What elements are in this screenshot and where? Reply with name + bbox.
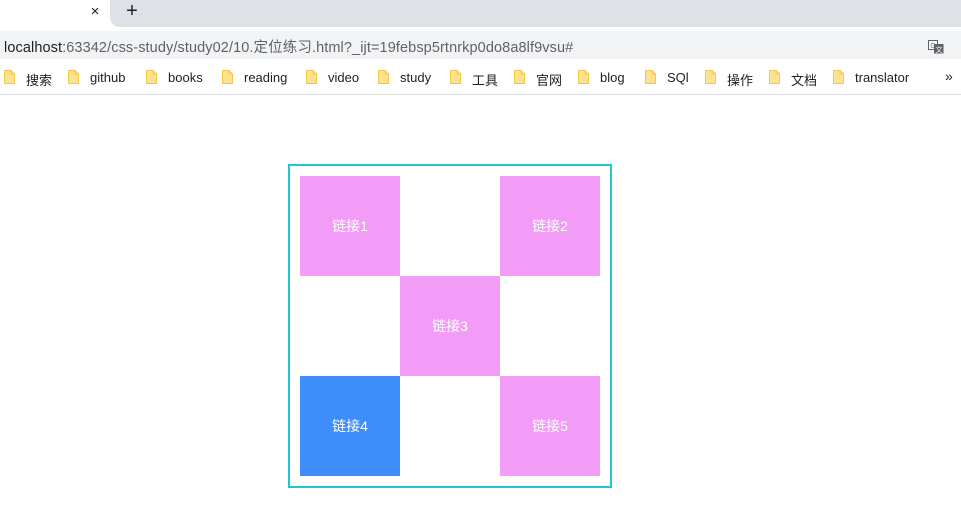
bookmark-label: github: [90, 70, 126, 85]
translate-icon[interactable]: G 文: [928, 40, 944, 54]
folder-icon: [378, 70, 389, 84]
omnibox[interactable]: localhost:63342/css-study/study02/10.定位练…: [0, 31, 961, 59]
bookmark-label: 工具: [472, 73, 499, 88]
bookmark-label: translator: [855, 70, 910, 85]
link-3[interactable]: 链接3: [400, 276, 500, 376]
folder-icon: [769, 70, 780, 84]
bookmark-label: 操作: [727, 73, 754, 88]
folder-icon: [306, 70, 317, 84]
folder-icon: [222, 70, 233, 84]
bookmark-label: books: [168, 70, 203, 85]
bookmarks-overflow-button[interactable]: »: [945, 68, 953, 84]
bookmark-label: 搜索: [26, 73, 53, 88]
url-host: localhost: [4, 40, 63, 56]
bookmark-label: 官网: [536, 73, 563, 88]
folder-icon: [705, 70, 716, 84]
bookmark-label: video: [328, 70, 360, 85]
link-1[interactable]: 链接1: [300, 176, 400, 276]
tab-strip: × +: [0, 0, 961, 27]
folder-icon: [514, 70, 525, 84]
bookmark-label: blog: [600, 70, 625, 85]
link-4[interactable]: 链接4: [300, 376, 400, 476]
svg-text:文: 文: [936, 45, 943, 54]
bookmark-label: study: [400, 70, 432, 85]
bookmark-label: SQl: [667, 70, 689, 85]
new-tab-button[interactable]: +: [122, 1, 142, 21]
bookmark-label: 文档: [791, 73, 818, 88]
folder-icon: [4, 70, 15, 84]
link-5[interactable]: 链接5: [500, 376, 600, 476]
folder-icon: [146, 70, 157, 84]
bookmarks-bar: 搜索 github books reading video study 工具 官网 blog SQ…: [0, 63, 961, 95]
close-tab-icon[interactable]: ×: [86, 3, 104, 21]
bookmark-label: reading: [244, 70, 288, 85]
url-text[interactable]: localhost:63342/css-study/study02/10.定位练…: [4, 36, 573, 57]
link-2[interactable]: 链接2: [500, 176, 600, 276]
folder-icon: [68, 70, 79, 84]
active-tab[interactable]: ×: [0, 0, 110, 27]
positioning-container: 链接1 链接2 链接3 链接4 链接5: [288, 164, 612, 488]
address-bar: localhost:63342/css-study/study02/10.定位练…: [0, 27, 961, 63]
url-path: :63342/css-study/study02/10.定位练习.html?_i…: [62, 40, 574, 56]
folder-icon: [645, 70, 656, 84]
folder-icon: [578, 70, 589, 84]
folder-icon: [450, 70, 461, 84]
folder-icon: [833, 70, 844, 84]
